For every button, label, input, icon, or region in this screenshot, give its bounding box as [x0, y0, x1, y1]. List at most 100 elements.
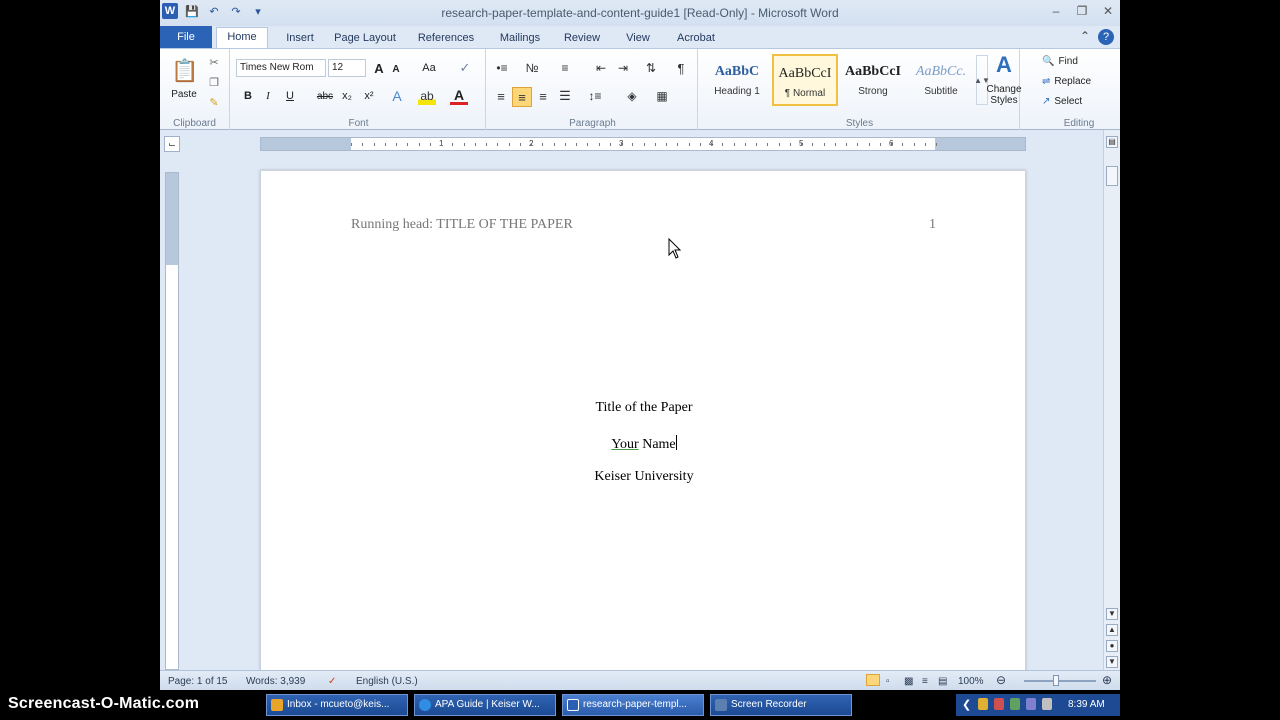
tab-insert[interactable]: Insert [278, 29, 322, 48]
ruler-tick [846, 143, 847, 146]
tray-app-icon[interactable] [994, 698, 1004, 710]
browse-object-icon[interactable]: ● [1106, 640, 1118, 652]
bold-button[interactable]: B [240, 87, 256, 105]
tab-home[interactable]: Home [216, 27, 268, 48]
taskbar-item-browser[interactable]: APA Guide | Keiser W... [414, 694, 556, 716]
tab-file[interactable]: File [160, 26, 212, 48]
shading-icon[interactable]: ◈ [622, 87, 642, 105]
ruler-tick [407, 143, 409, 146]
borders-icon[interactable]: ▦ [652, 87, 672, 105]
tab-page-layout[interactable]: Page Layout [328, 29, 402, 48]
highlight-icon[interactable]: ab [418, 87, 436, 105]
align-right-icon[interactable]: ≡ [534, 87, 552, 105]
tab-references[interactable]: References [412, 29, 480, 48]
justify-icon[interactable]: ☰ [556, 87, 574, 105]
clear-formatting-icon[interactable]: ✓ [456, 59, 474, 77]
underline-button[interactable]: U [282, 87, 298, 105]
strikethrough-button[interactable]: abc [314, 87, 336, 105]
cut-icon[interactable]: ✂ [206, 55, 222, 69]
clock[interactable]: 8:39 AM [1068, 699, 1105, 710]
running-head[interactable]: Running head: TITLE OF THE PAPER [351, 217, 573, 233]
full-screen-icon[interactable]: ▫ [886, 676, 890, 687]
decrease-indent-icon[interactable]: ⇤ [592, 59, 610, 77]
web-layout-icon[interactable]: ▩ [904, 676, 913, 687]
font-size-select[interactable]: 12 [328, 59, 366, 77]
language-status[interactable]: English (U.S.) [356, 676, 418, 687]
proofing-icon[interactable]: ✓ [328, 676, 336, 687]
align-center-icon[interactable]: ≡ [512, 87, 532, 107]
horizontal-ruler[interactable]: 1 2 3 4 5 6 [260, 137, 1026, 151]
replace-button[interactable]: ⇌ Replace [1042, 73, 1112, 89]
close-icon[interactable]: ✕ [1100, 4, 1116, 18]
text-effects-icon[interactable]: A [388, 87, 406, 105]
draft-icon[interactable]: ▤ [938, 676, 947, 687]
document-page[interactable]: Running head: TITLE OF THE PAPER 1 Title… [260, 170, 1026, 690]
taskbar-item-word[interactable]: research-paper-templ... [562, 694, 704, 716]
tray-network-icon[interactable] [1026, 698, 1036, 710]
tab-mailings[interactable]: Mailings [490, 29, 550, 48]
vertical-scrollbar[interactable]: ▤ ▼ ▲ ● ▼ [1103, 130, 1120, 670]
zoom-level[interactable]: 100% [958, 676, 984, 687]
word-count[interactable]: Words: 3,939 [246, 676, 305, 687]
institution[interactable]: Keiser University [261, 469, 1027, 485]
tab-acrobat[interactable]: Acrobat [668, 29, 724, 48]
outline-icon[interactable]: ≡ [922, 676, 928, 687]
grow-font-button[interactable]: A [372, 59, 386, 77]
show-marks-icon[interactable]: ¶ [672, 59, 690, 77]
scroll-down-icon[interactable]: ▼ [1106, 608, 1118, 620]
zoom-out-icon[interactable]: ⊖ [996, 673, 1006, 687]
taskbar-item-outlook[interactable]: Inbox - mcueto@keis... [266, 694, 408, 716]
tray-expand-icon[interactable]: ❮ [962, 698, 971, 711]
sort-icon[interactable]: ⇅ [642, 59, 660, 77]
find-button[interactable]: 🔍 Find [1042, 53, 1102, 69]
align-left-icon[interactable]: ≡ [492, 87, 510, 105]
style-strong[interactable]: AaBbCcI Strong [840, 54, 906, 106]
scroll-thumb[interactable] [1106, 166, 1118, 186]
tray-app-icon[interactable] [1010, 698, 1020, 710]
help-icon[interactable]: ? [1098, 29, 1114, 45]
style-subtitle[interactable]: AaBbCc. Subtitle [908, 54, 974, 106]
font-color-icon[interactable]: A [450, 87, 468, 105]
previous-page-icon[interactable]: ▲ [1106, 624, 1118, 636]
zoom-in-icon[interactable]: ⊕ [1102, 673, 1112, 687]
vertical-ruler[interactable] [165, 172, 179, 670]
taskbar-item-screen-recorder[interactable]: Screen Recorder [710, 694, 852, 716]
author-name[interactable]: Your Name [261, 435, 1027, 453]
change-styles-button[interactable]: Change Styles [986, 81, 1022, 109]
tab-view[interactable]: View [616, 29, 660, 48]
change-styles-icon[interactable]: A [990, 52, 1018, 77]
zoom-slider-thumb[interactable] [1053, 675, 1059, 686]
multilevel-list-icon[interactable]: ≡ [554, 59, 576, 77]
style-normal[interactable]: AaBbCcI ¶ Normal [772, 54, 838, 106]
paste-button[interactable]: Paste [164, 87, 204, 101]
restore-icon[interactable]: ❐ [1074, 4, 1090, 18]
minimize-ribbon-icon[interactable]: ⌃ [1080, 29, 1090, 45]
bullets-icon[interactable]: •≡ [492, 59, 512, 77]
print-layout-icon[interactable] [866, 674, 880, 686]
tab-selector-icon[interactable]: ⌙ [164, 136, 180, 152]
italic-button[interactable]: I [260, 87, 276, 105]
tray-volume-icon[interactable] [1042, 698, 1052, 710]
style-heading-1[interactable]: AaBbC Heading 1 [704, 54, 770, 106]
tray-app-icon[interactable] [978, 698, 988, 710]
zoom-slider[interactable] [1024, 680, 1096, 682]
tab-review[interactable]: Review [558, 29, 606, 48]
page-count[interactable]: Page: 1 of 15 [168, 676, 228, 687]
next-page-icon[interactable]: ▼ [1106, 656, 1118, 668]
shrink-font-button[interactable]: A [390, 61, 402, 77]
view-ruler-icon[interactable]: ▤ [1106, 136, 1118, 148]
ribbon-right-controls: ⌃ ? [1080, 29, 1114, 45]
superscript-button[interactable]: x² [360, 87, 378, 105]
copy-icon[interactable]: ❐ [206, 75, 222, 89]
numbering-icon[interactable]: № [522, 59, 542, 77]
format-painter-icon[interactable]: ✎ [206, 95, 222, 109]
minimize-icon[interactable]: – [1048, 4, 1064, 18]
subscript-button[interactable]: x₂ [338, 87, 356, 105]
increase-indent-icon[interactable]: ⇥ [614, 59, 632, 77]
line-spacing-icon[interactable]: ↕≡ [584, 87, 606, 105]
paper-title[interactable]: Title of the Paper [261, 400, 1027, 416]
font-name-select[interactable]: Times New Rom [236, 59, 326, 77]
select-button[interactable]: ↗ Select [1042, 93, 1106, 109]
change-case-button[interactable]: Aa [418, 59, 440, 77]
paste-icon[interactable]: 📋 [168, 55, 202, 87]
